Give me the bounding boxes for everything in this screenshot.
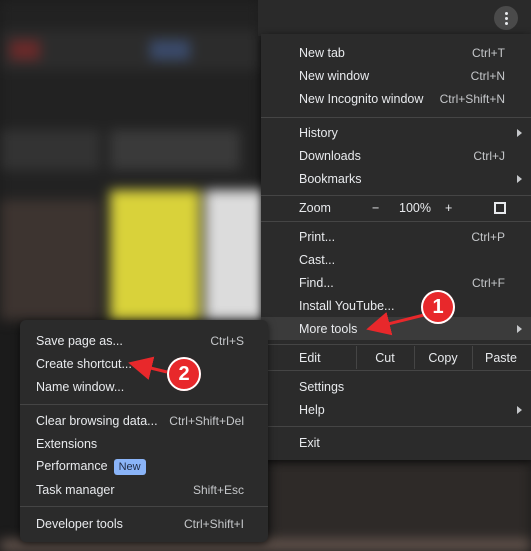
callout-badge-1: 1 — [421, 290, 455, 324]
callout-badge-2: 2 — [167, 357, 201, 391]
callout-arrow-2 — [128, 356, 168, 380]
annotation-arrows — [128, 311, 425, 380]
callout-arrow-1 — [366, 311, 425, 336]
